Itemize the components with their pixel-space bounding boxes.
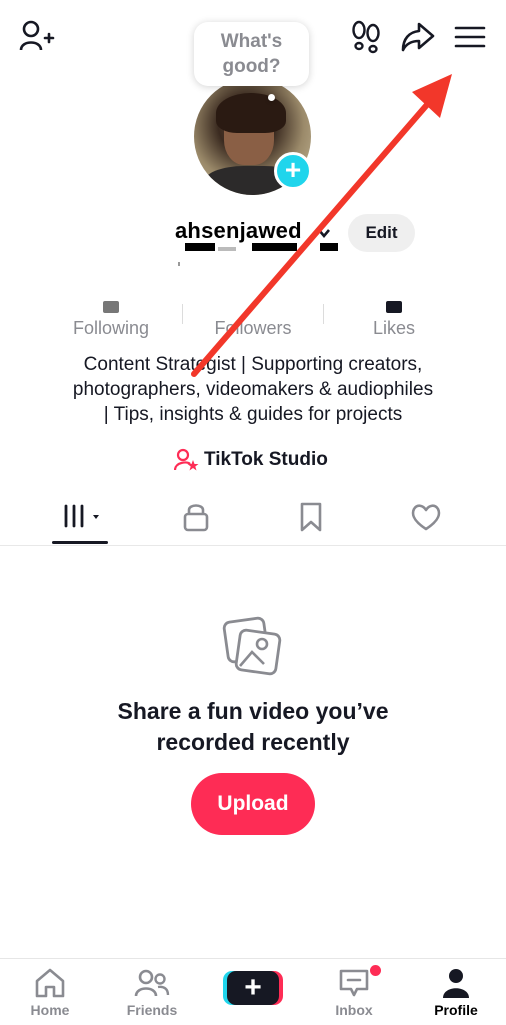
notification-dot: [370, 965, 381, 976]
bio-line: | Tips, insights & guides for projects: [103, 404, 403, 425]
avatar-add-button[interactable]: +: [274, 152, 312, 190]
tiktok-studio-label: TikTok Studio: [204, 449, 328, 470]
stat-label: Followers: [214, 318, 292, 338]
photos-icon: [222, 616, 284, 678]
stat-label: Following: [72, 318, 150, 338]
bio-line: Content Strategist | Supporting creators…: [83, 354, 423, 375]
nav-friends[interactable]: Friends: [117, 967, 187, 1018]
stat-followers[interactable]: Followers: [193, 300, 313, 339]
bubble-tail: [268, 94, 275, 101]
divider: [182, 304, 183, 324]
bubble-line-2: good?: [222, 56, 281, 77]
footsteps-icon[interactable]: [350, 20, 382, 54]
friends-icon: [117, 967, 187, 999]
profile-icon: [421, 967, 491, 999]
upload-button[interactable]: Upload: [191, 773, 315, 835]
nav-home[interactable]: Home: [15, 967, 85, 1018]
empty-state-message: Share a fun video you’ve recorded recent…: [60, 696, 446, 758]
grid-columns-icon: [64, 504, 99, 528]
heart-icon: [411, 504, 441, 531]
redaction-mark: [320, 243, 338, 251]
active-tab-indicator: [52, 541, 108, 544]
tab-videos[interactable]: [52, 500, 112, 534]
tab-saved[interactable]: [281, 500, 341, 534]
hamburger-menu-icon[interactable]: [453, 22, 487, 52]
share-icon[interactable]: [400, 20, 436, 54]
stat-following[interactable]: Following: [51, 300, 171, 339]
tab-private[interactable]: [166, 500, 226, 534]
bio-line: photographers, videomakers & audiophiles: [72, 379, 434, 400]
chevron-down-icon[interactable]: [317, 227, 331, 239]
redaction-mark: [185, 243, 215, 251]
username: ahsenjawed: [175, 218, 302, 243]
create-plus: +: [244, 971, 262, 1004]
creator-star-icon: [174, 448, 200, 472]
nav-label: Friends: [126, 1002, 178, 1018]
home-icon: [15, 967, 85, 999]
redaction-mark: [218, 247, 236, 251]
create-button[interactable]: +: [223, 969, 283, 1007]
empty-line-1: Share a fun video you’ve: [117, 698, 389, 724]
bubble-line-1: What's: [220, 31, 283, 52]
nav-label: Inbox: [335, 1002, 373, 1018]
tab-liked[interactable]: [396, 500, 456, 534]
status-bubble[interactable]: What's good?: [194, 22, 309, 86]
add-friend-icon[interactable]: [18, 18, 56, 56]
nav-label: Profile: [434, 1002, 478, 1018]
bio: Content Strategist | Supporting creators…: [30, 352, 476, 427]
stat-label: Likes: [372, 318, 416, 338]
bottom-nav: Home Friends + Inbox Profile: [0, 958, 506, 1025]
redaction-mark: [252, 243, 297, 251]
nav-profile[interactable]: Profile: [421, 967, 491, 1018]
stat-likes[interactable]: Likes: [334, 300, 454, 339]
nav-label: Home: [30, 1002, 70, 1018]
redaction-mark: [178, 262, 180, 266]
edit-profile-button[interactable]: Edit: [348, 214, 415, 252]
divider: [0, 545, 506, 546]
lock-icon: [183, 504, 209, 532]
divider: [323, 304, 324, 324]
empty-line-2: recorded recently: [156, 729, 350, 755]
bookmark-icon: [300, 502, 322, 532]
